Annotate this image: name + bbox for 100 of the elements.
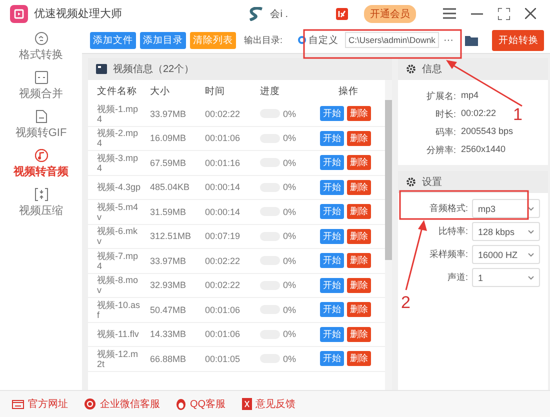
time-cell-text: 00:02:22 xyxy=(205,108,242,119)
start-button[interactable]: 开始 xyxy=(320,326,344,342)
file-name-cell-text: 视频-6.mkv xyxy=(97,226,138,246)
sidebar-item[interactable]: 格式转换 xyxy=(17,29,65,65)
file-name-cell-text: 视频-1.mp4 xyxy=(97,104,140,124)
info-value: 00:02:22 xyxy=(461,108,496,120)
column-header: 进度 xyxy=(260,84,281,98)
size-cell-text: 32.93MB xyxy=(150,280,188,290)
sidebar-item[interactable]: 视频转音频 xyxy=(12,146,70,182)
delete-button[interactable]: 删除 xyxy=(347,228,371,244)
toolbar-button[interactable]: 清除列表 xyxy=(190,32,236,48)
footer-link[interactable]: 官方网址 xyxy=(12,397,68,411)
size-cell-text: 485.04KB xyxy=(150,182,191,192)
size-cell-text: 33.97MB xyxy=(150,256,188,266)
panel-title: 信息 xyxy=(422,62,442,76)
time-cell-text: 00:01:06 xyxy=(205,133,242,144)
delete-button[interactable]: 删除 xyxy=(347,351,371,366)
panel-title: 视频信息（22个） xyxy=(113,62,194,76)
sidebar-item[interactable]: 视频压缩 xyxy=(17,185,65,221)
progress-text: 0% xyxy=(283,354,296,364)
start-convert-button[interactable]: 开始转换 xyxy=(492,30,544,50)
size-cell-text: 31.59MB xyxy=(150,206,188,217)
start-button[interactable]: 开始 xyxy=(320,253,344,268)
vip-button[interactable]: 开通会员 xyxy=(364,4,416,22)
setting-dropdown[interactable]: 128 kbps xyxy=(472,222,540,241)
info-value: 2005543 bps xyxy=(461,126,514,138)
start-button[interactable]: 开始 xyxy=(320,106,344,122)
size-cell-text: 67.59MB xyxy=(150,158,188,168)
delete-button[interactable]: 删除 xyxy=(347,204,371,220)
footer-link[interactable]: 意见反馈 xyxy=(242,397,296,411)
size-cell-text: 66.88MB xyxy=(150,354,188,364)
start-button[interactable]: 开始 xyxy=(320,130,344,146)
size-cell-text: 50.47MB xyxy=(150,304,188,315)
output-label: 输出目录: xyxy=(244,34,283,46)
annotation-number: 2 xyxy=(401,293,410,312)
time-cell-text: 00:01:16 xyxy=(205,158,242,168)
info-value: mp4 xyxy=(461,90,479,102)
setting-dropdown[interactable]: 1 xyxy=(472,268,540,287)
size-cell-text: 16.09MB xyxy=(150,133,188,144)
start-button[interactable]: 开始 xyxy=(320,155,344,170)
delete-button[interactable]: 删除 xyxy=(347,326,371,342)
start-button[interactable]: 开始 xyxy=(320,302,344,318)
radio-label: 自定义 xyxy=(308,34,339,46)
footer-link[interactable]: 企业微信客服 xyxy=(84,397,160,411)
column-header: 大小 xyxy=(150,84,171,98)
time-cell-text: 00:07:19 xyxy=(205,231,242,242)
file-name-cell-text: 视频-5.m4v xyxy=(97,202,140,222)
file-name-cell: 视频-4.3gp xyxy=(97,182,141,192)
start-button[interactable]: 开始 xyxy=(320,180,344,195)
time-cell-text: 00:01:05 xyxy=(205,354,242,364)
setting-label: 音频格式: xyxy=(429,202,468,215)
delete-button[interactable]: 删除 xyxy=(347,130,371,146)
delete-button[interactable]: 删除 xyxy=(347,106,371,122)
start-button[interactable]: 开始 xyxy=(320,351,344,366)
start-button[interactable]: 开始 xyxy=(320,278,344,293)
time-cell-text: 00:02:22 xyxy=(205,280,242,290)
delete-button[interactable]: 删除 xyxy=(347,155,371,170)
sidebar-item[interactable]: 视频转GIF xyxy=(13,107,69,143)
toolbar-button[interactable]: 添加文件 xyxy=(90,32,136,48)
time-cell-text: 00:02:22 xyxy=(205,256,242,266)
time-cell-text: 00:00:14 xyxy=(205,206,242,217)
setting-label: 比特率: xyxy=(438,225,468,238)
delete-button[interactable]: 删除 xyxy=(347,278,371,293)
file-name-cell-text: 视频-8.mov xyxy=(97,275,140,296)
time-cell-text: 00:01:06 xyxy=(205,304,242,315)
info-label: 时长: xyxy=(434,108,456,121)
delete-button[interactable]: 删除 xyxy=(347,253,371,268)
progress-text: 0% xyxy=(283,231,296,242)
file-name-cell-text: 视频-12.m2t xyxy=(97,348,140,369)
file-name-cell-text: 视频-11.flv xyxy=(97,329,140,340)
column-header: 操作 xyxy=(338,84,360,98)
progress-text: 0% xyxy=(283,133,296,144)
progress-text: 0% xyxy=(283,182,296,192)
panel-title: 设置 xyxy=(422,176,442,189)
footer-link[interactable]: QQ客服 xyxy=(176,397,226,411)
toolbar-button[interactable]: 添加目录 xyxy=(140,32,186,48)
info-label: 分辨率: xyxy=(425,144,456,157)
time-cell-text: 00:01:06 xyxy=(205,329,242,340)
setting-dropdown[interactable]: mp3 xyxy=(472,199,540,218)
more-button[interactable]: ··· xyxy=(443,34,454,46)
file-name-cell-text: 视频-7.mp4 xyxy=(97,250,140,271)
progress-text: 0% xyxy=(283,329,296,340)
start-button[interactable]: 开始 xyxy=(320,228,344,244)
progress-text: 0% xyxy=(283,280,296,290)
custom-radio[interactable]: 自定义 xyxy=(294,34,339,46)
progress-text: 0% xyxy=(283,108,296,119)
start-button[interactable]: 开始 xyxy=(320,204,344,220)
delete-button[interactable]: 删除 xyxy=(347,302,371,318)
setting-dropdown[interactable]: 16000 HZ xyxy=(472,245,540,264)
time-cell-text: 00:00:14 xyxy=(205,182,242,192)
size-cell-text: 14.33MB xyxy=(150,329,188,340)
delete-button[interactable]: 删除 xyxy=(347,180,371,195)
progress-text: 0% xyxy=(283,206,296,217)
sidebar-item[interactable]: 视频合并 xyxy=(17,68,65,104)
info-label: 码率: xyxy=(434,126,456,139)
file-name-cell-text: 视频-3.mp4 xyxy=(97,152,140,173)
column-header: 时间 xyxy=(205,84,226,98)
output-path-field[interactable]: C:\Users\admin\Downk xyxy=(344,32,440,48)
user-name: 会i . xyxy=(270,8,288,20)
info-label: 扩展名: xyxy=(425,90,456,103)
